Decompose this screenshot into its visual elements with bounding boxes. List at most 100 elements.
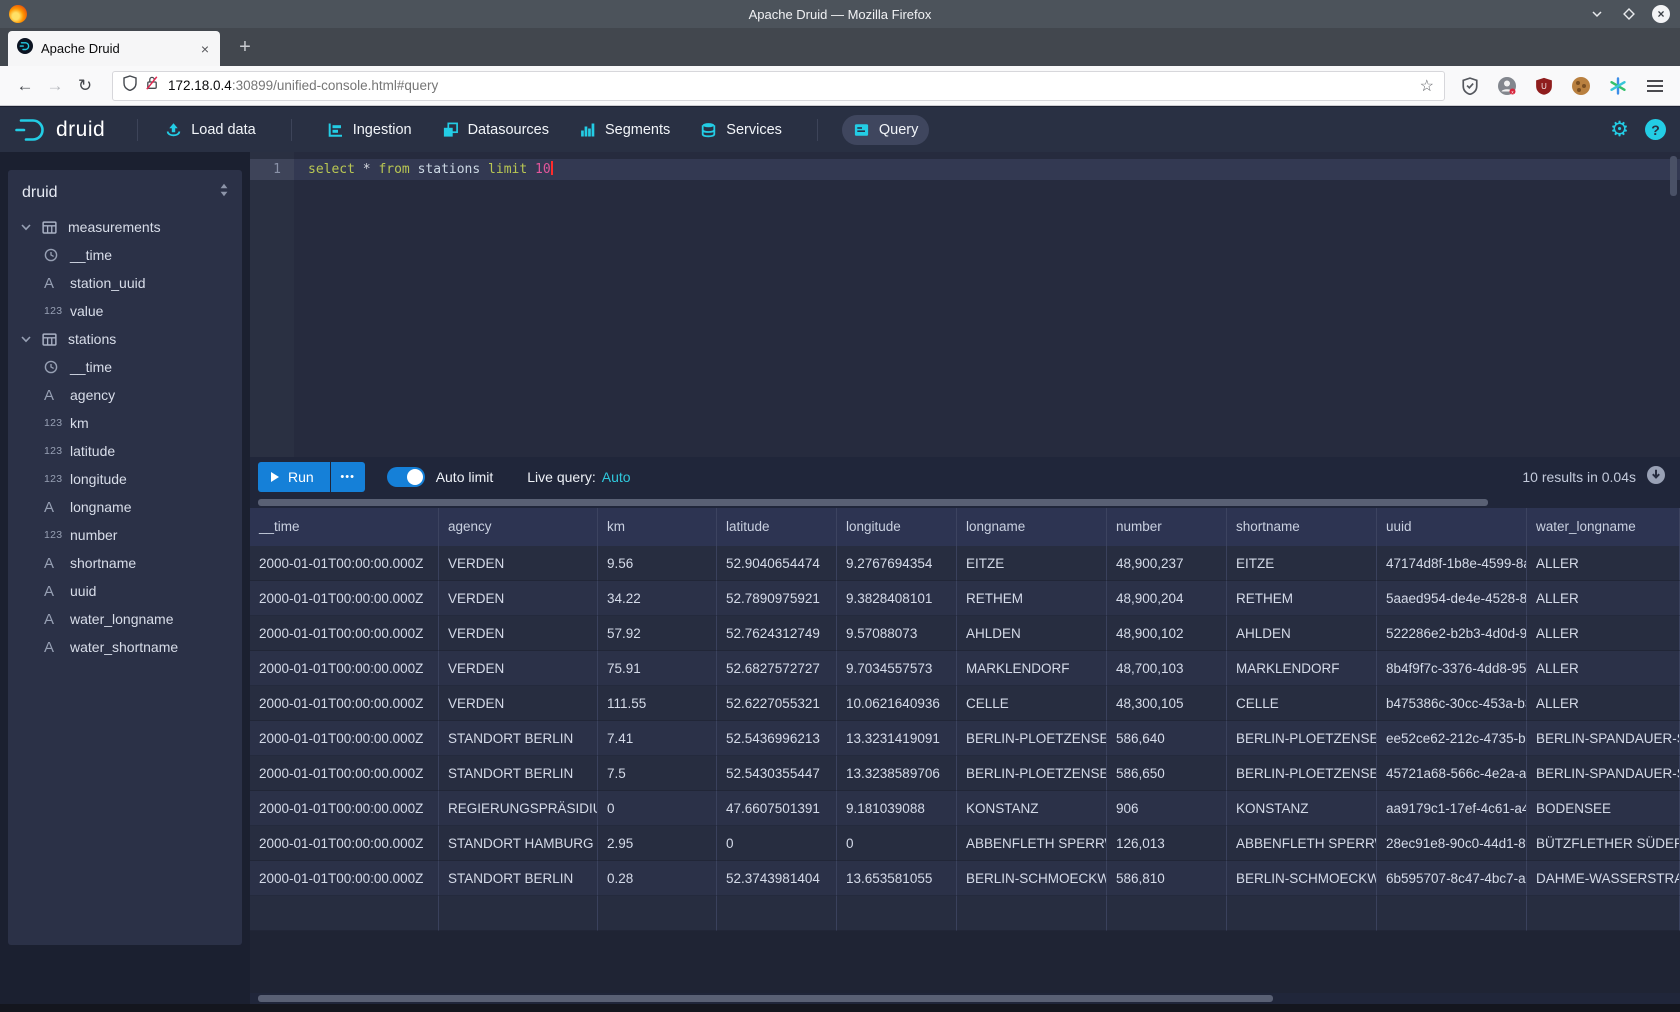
- cell-km[interactable]: 111.55: [598, 686, 717, 721]
- new-tab-button[interactable]: +: [232, 36, 258, 59]
- chevron-down-icon[interactable]: [20, 333, 42, 345]
- auto-limit-toggle[interactable]: [387, 467, 425, 487]
- cell-uuid[interactable]: aa9179c1-17ef-4c61-a48: [1377, 791, 1527, 826]
- tab-close-icon[interactable]: ×: [199, 41, 211, 57]
- sidebar-column-km[interactable]: 123km: [8, 409, 242, 437]
- forward-icon[interactable]: →: [40, 71, 70, 101]
- cell-water_longname[interactable]: ALLER: [1527, 581, 1680, 616]
- nav-item-ingestion[interactable]: Ingestion: [316, 115, 423, 145]
- cell-agency[interactable]: VERDEN: [439, 581, 598, 616]
- url-bar[interactable]: 172.18.0.4:30899/unified-console.html#qu…: [112, 71, 1445, 101]
- sidebar-column-water_shortname[interactable]: Awater_shortname: [8, 633, 242, 661]
- cell-number[interactable]: 48,300,105: [1107, 686, 1227, 721]
- cell-water_longname[interactable]: BERLIN-SPANDAUER-S: [1527, 756, 1680, 791]
- cell-__time[interactable]: 2000-01-01T00:00:00.000Z: [250, 756, 439, 791]
- cell-uuid[interactable]: 522286e2-b2b3-4d0d-9a: [1377, 616, 1527, 651]
- cell-shortname[interactable]: CELLE: [1227, 686, 1377, 721]
- download-icon[interactable]: [1646, 465, 1666, 490]
- column-header-longitude[interactable]: longitude: [837, 508, 957, 546]
- cell-shortname[interactable]: BERLIN-SCHMOECKWITZ: [1227, 861, 1377, 896]
- cell-latitude[interactable]: 52.7890975921: [717, 581, 837, 616]
- cell-longitude[interactable]: 9.181039088: [837, 791, 957, 826]
- cell-longname[interactable]: BERLIN-SCHMOECKWITZ: [957, 861, 1107, 896]
- reload-icon[interactable]: ↻: [70, 71, 100, 101]
- menu-icon[interactable]: [1644, 75, 1666, 97]
- url-text[interactable]: 172.18.0.4:30899/unified-console.html#qu…: [168, 78, 1420, 93]
- cell-uuid[interactable]: 6b595707-8c47-4bc7-a8: [1377, 861, 1527, 896]
- cell-agency[interactable]: STANDORT BERLIN: [439, 756, 598, 791]
- cell-uuid[interactable]: ee52ce62-212c-4735-b4: [1377, 721, 1527, 756]
- column-header-__time[interactable]: __time: [250, 508, 439, 546]
- cell-longitude[interactable]: 9.57088073: [837, 616, 957, 651]
- restore-icon[interactable]: [1620, 5, 1638, 23]
- query-editor[interactable]: 1 select * from stations limit 10: [250, 152, 1680, 457]
- cell-km[interactable]: 9.56: [598, 546, 717, 581]
- cell-agency[interactable]: STANDORT HAMBURG: [439, 826, 598, 861]
- cookie-icon[interactable]: [1570, 75, 1592, 97]
- cell-longname[interactable]: EITZE: [957, 546, 1107, 581]
- cell-water_longname[interactable]: DAHME-WASSERSTRAS: [1527, 861, 1680, 896]
- cell-agency[interactable]: VERDEN: [439, 686, 598, 721]
- back-icon[interactable]: ←: [10, 71, 40, 101]
- sidebar-column-__time[interactable]: __time: [8, 353, 242, 381]
- chevron-down-icon[interactable]: [20, 221, 42, 233]
- nav-item-services[interactable]: Services: [689, 115, 793, 145]
- cell-km[interactable]: 0.28: [598, 861, 717, 896]
- cell-longitude[interactable]: 13.653581055: [837, 861, 957, 896]
- sort-icon[interactable]: [218, 183, 230, 202]
- cell-longname[interactable]: KONSTANZ: [957, 791, 1107, 826]
- column-header-water_longname[interactable]: water_longname: [1527, 508, 1680, 546]
- cell-water_longname[interactable]: BODENSEE: [1527, 791, 1680, 826]
- cell-number[interactable]: 48,900,204: [1107, 581, 1227, 616]
- cell-uuid[interactable]: 45721a68-566c-4e2a-a6: [1377, 756, 1527, 791]
- cell-agency[interactable]: VERDEN: [439, 546, 598, 581]
- cell-__time[interactable]: 2000-01-01T00:00:00.000Z: [250, 616, 439, 651]
- cell-longname[interactable]: BERLIN-PLOETZENSEE C: [957, 721, 1107, 756]
- cell-uuid[interactable]: b475386c-30cc-453a-b3: [1377, 686, 1527, 721]
- nav-item-load-data[interactable]: Load data: [154, 115, 267, 145]
- nav-item-datasources[interactable]: Datasources: [431, 115, 560, 145]
- extension-shield-check-icon[interactable]: [1459, 75, 1481, 97]
- minimize-icon[interactable]: [1588, 5, 1606, 23]
- extension-avatar-icon[interactable]: x: [1496, 75, 1518, 97]
- sidebar-column-longitude[interactable]: 123longitude: [8, 465, 242, 493]
- cell-shortname[interactable]: RETHEM: [1227, 581, 1377, 616]
- column-header-uuid[interactable]: uuid: [1377, 508, 1527, 546]
- cell-longname[interactable]: RETHEM: [957, 581, 1107, 616]
- cell-longitude[interactable]: 0: [837, 826, 957, 861]
- editor-scrollbar-thumb[interactable]: [1670, 156, 1677, 196]
- cell-number[interactable]: 126,013: [1107, 826, 1227, 861]
- cell-agency[interactable]: STANDORT BERLIN: [439, 721, 598, 756]
- cell-__time[interactable]: 2000-01-01T00:00:00.000Z: [250, 791, 439, 826]
- cell-water_longname[interactable]: BERLIN-SPANDAUER-S: [1527, 721, 1680, 756]
- cell-number[interactable]: 586,640: [1107, 721, 1227, 756]
- cell-__time[interactable]: 2000-01-01T00:00:00.000Z: [250, 581, 439, 616]
- cell-shortname[interactable]: BERLIN-PLOETZENSEE C: [1227, 721, 1377, 756]
- cell-km[interactable]: 75.91: [598, 651, 717, 686]
- sidebar-column-water_longname[interactable]: Awater_longname: [8, 605, 242, 633]
- cell-__time[interactable]: 2000-01-01T00:00:00.000Z: [250, 861, 439, 896]
- cell-km[interactable]: 7.41: [598, 721, 717, 756]
- cell-latitude[interactable]: 0: [717, 826, 837, 861]
- cell-agency[interactable]: STANDORT BERLIN: [439, 861, 598, 896]
- sidebar-column-uuid[interactable]: Auuid: [8, 577, 242, 605]
- scrollbar-thumb[interactable]: [258, 995, 1273, 1002]
- cell-water_longname[interactable]: ALLER: [1527, 686, 1680, 721]
- cell-km[interactable]: 7.5: [598, 756, 717, 791]
- cell-longname[interactable]: AHLDEN: [957, 616, 1107, 651]
- cell-agency[interactable]: REGIERUNGSPRÄSIDIUM: [439, 791, 598, 826]
- cell-latitude[interactable]: 52.6827572727: [717, 651, 837, 686]
- cell-longname[interactable]: BERLIN-PLOETZENSEE U: [957, 756, 1107, 791]
- extension-asterisk-icon[interactable]: [1607, 75, 1629, 97]
- tracking-shield-icon[interactable]: [123, 75, 137, 96]
- sidebar-column-station_uuid[interactable]: Astation_uuid: [8, 269, 242, 297]
- druid-logo[interactable]: druid: [14, 117, 105, 143]
- cell-longname[interactable]: ABBENFLETH SPERRWER: [957, 826, 1107, 861]
- cell-shortname[interactable]: ABBENFLETH SPERRWER: [1227, 826, 1377, 861]
- sidebar-column-__time[interactable]: __time: [8, 241, 242, 269]
- cell-number[interactable]: 48,900,102: [1107, 616, 1227, 651]
- ublock-icon[interactable]: U: [1533, 75, 1555, 97]
- cell-number[interactable]: 906: [1107, 791, 1227, 826]
- cell-number[interactable]: 48,900,237: [1107, 546, 1227, 581]
- sidebar-column-number[interactable]: 123number: [8, 521, 242, 549]
